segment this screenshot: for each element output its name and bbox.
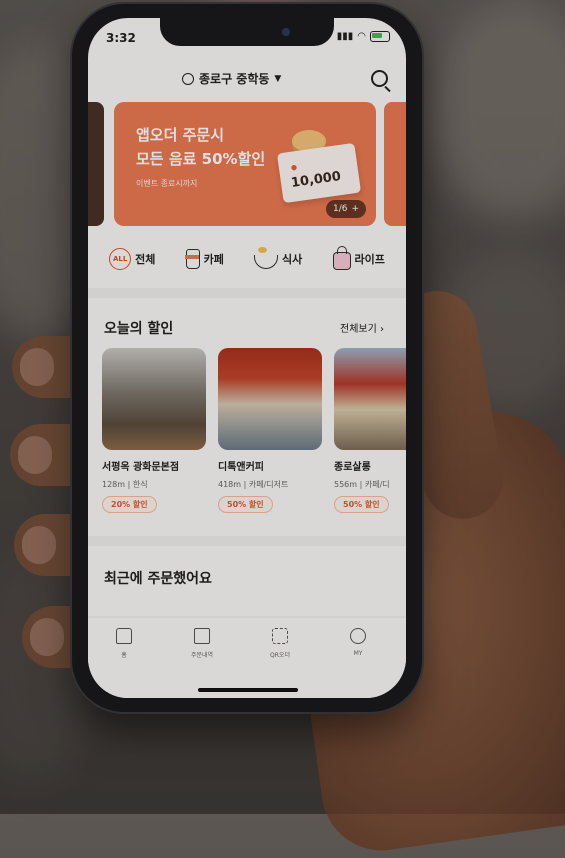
store-photo — [218, 348, 322, 450]
plus-icon: + — [351, 204, 359, 214]
banner-pager[interactable]: 1/6 + — [325, 200, 366, 218]
status-icons: ▮▮▮ ◠ — [337, 31, 390, 42]
bottom-tab-bar: 홈 주문내역 QR오더 MY — [88, 618, 406, 698]
signal-icon: ▮▮▮ — [336, 31, 354, 42]
category-label: 전체 — [135, 253, 156, 266]
recent-orders-title: 최근에 주문했어요 — [104, 571, 212, 587]
chevron-right-icon: › — [380, 324, 384, 335]
store-photo — [102, 348, 206, 450]
location-target-icon — [182, 72, 194, 85]
banner-carousel[interactable]: 앱오더 주문시 모든 음료 50%할인 이벤트 종료시까지 ● 10,000 1… — [88, 102, 406, 226]
banner-line2: 모든 음료 50%할인 — [136, 150, 266, 168]
deal-card[interactable]: 종로살롱 556m | 카페/디 50% 할인 — [334, 348, 406, 513]
tab-qr-order[interactable]: QR오더 — [250, 628, 310, 659]
tab-my[interactable]: MY — [328, 628, 388, 657]
bowl-icon — [254, 247, 279, 269]
category-all[interactable]: ALL 전체 — [109, 244, 155, 274]
deal-card[interactable]: 서평옥 광화문본점 128m | 한식 20% 할인 — [102, 348, 206, 513]
all-icon: ALL — [109, 248, 132, 270]
banner-line1: 앱오더 주문시 — [136, 126, 225, 144]
qr-code-icon — [272, 628, 288, 644]
tab-label: MY — [353, 650, 363, 657]
location-label: 종로구 중학동 — [199, 72, 270, 86]
tab-label: 주문내역 — [190, 652, 214, 659]
category-row: ALL 전체 카페 식사 라이프 — [88, 244, 406, 274]
home-icon — [116, 628, 132, 644]
tab-orders[interactable]: 주문내역 — [172, 628, 232, 659]
banner-next-peek[interactable] — [384, 102, 406, 226]
today-deals-title: 오늘의 할인 — [104, 321, 174, 337]
location-selector[interactable]: 종로구 중학동 ▼ — [182, 70, 281, 87]
coffee-cup-icon — [184, 249, 200, 269]
store-name: 서평옥 광화문본점 — [102, 462, 180, 473]
tab-home[interactable]: 홈 — [94, 628, 154, 659]
deal-card[interactable]: 디톡앤커피 418m | 카페/디저트 50% 할인 — [218, 348, 322, 513]
category-meal[interactable]: 식사 — [254, 244, 302, 274]
section-divider — [88, 536, 406, 546]
see-all-link[interactable]: 전체보기 › — [340, 320, 384, 335]
discount-badge: 50% 할인 — [218, 496, 273, 513]
search-icon[interactable] — [371, 70, 388, 87]
pager-text: 1/6 — [332, 204, 348, 214]
coupon-illustration: ● 10,000 — [276, 142, 362, 204]
discount-badge: 50% 할인 — [334, 496, 389, 513]
banner-prev-peek[interactable] — [88, 102, 104, 226]
header: 종로구 중학동 ▼ — [88, 66, 406, 96]
tab-label: 홈 — [121, 652, 127, 659]
shopping-bag-icon — [332, 245, 351, 270]
deal-cards: 서평옥 광화문본점 128m | 한식 20% 할인 디톡앤커피 418m | … — [102, 348, 406, 528]
store-name: 종로살롱 — [334, 462, 371, 473]
store-name: 디톡앤커피 — [218, 462, 264, 473]
battery-icon — [370, 31, 390, 42]
category-label: 카페 — [203, 253, 224, 266]
discount-badge: 20% 할인 — [102, 496, 157, 513]
category-label: 식사 — [282, 253, 303, 266]
status-time: 3:32 — [106, 31, 136, 45]
tab-label: QR오더 — [270, 652, 290, 659]
section-divider — [88, 288, 406, 298]
profile-icon — [350, 628, 366, 644]
caret-down-icon: ▼ — [274, 73, 282, 84]
status-bar: 3:32 ▮▮▮ ◠ — [88, 18, 406, 58]
store-photo — [334, 348, 406, 450]
promo-banner[interactable]: 앱오더 주문시 모든 음료 50%할인 이벤트 종료시까지 ● 10,000 1… — [114, 102, 376, 226]
phone-screen: 3:32 ▮▮▮ ◠ 종로구 중학동 ▼ 앱오더 주문시 모든 음료 50%할인… — [88, 18, 406, 698]
store-meta: 556m | 카페/디 — [334, 480, 390, 489]
receipt-icon — [194, 628, 210, 644]
store-meta: 128m | 한식 — [102, 480, 148, 489]
category-life[interactable]: 라이프 — [332, 244, 385, 274]
see-all-label: 전체보기 — [340, 324, 377, 335]
category-cafe[interactable]: 카페 — [184, 244, 224, 274]
home-indicator[interactable] — [198, 688, 298, 692]
store-meta: 418m | 카페/디저트 — [218, 480, 289, 489]
coupon-tag: ● — [290, 163, 298, 172]
banner-subtitle: 이벤트 종료시까지 — [136, 179, 198, 188]
wifi-icon: ◠ — [357, 31, 366, 42]
category-label: 라이프 — [354, 253, 385, 266]
coupon-value: 10,000 — [290, 169, 342, 191]
